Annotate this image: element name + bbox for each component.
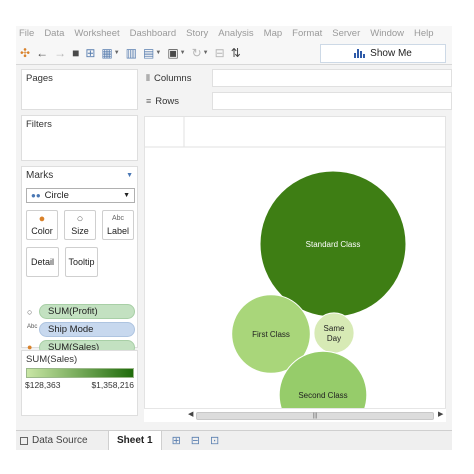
chevron-down-icon[interactable]: ▼ — [126, 172, 133, 179]
menu-bar: File Data Worksheet Dashboard Story Anal… — [16, 26, 452, 41]
redo-icon[interactable]: → — [54, 44, 66, 62]
field-pill-profit[interactable]: SUM(Profit) — [39, 304, 135, 319]
duplicate-icon[interactable]: ▥ — [126, 44, 137, 62]
bubble-chart: Standard ClassFirst ClassSame DaySecond C… — [145, 117, 445, 420]
mark-type-value: Circle — [44, 190, 69, 201]
columns-icon: ⦀ — [146, 72, 150, 83]
menu-map[interactable]: Map — [264, 28, 282, 39]
bubble-label-standard-class: Standard Class — [306, 240, 361, 249]
new-worksheet-icon[interactable]: ▦ ▼ — [101, 44, 119, 62]
legend-max-label: $1,358,216 — [91, 380, 134, 390]
tab-sheet1-label: Sheet 1 — [117, 435, 153, 446]
color-palette-icon: ● — [38, 213, 46, 225]
menu-server[interactable]: Server — [332, 28, 360, 39]
rows-icon: ≡ — [146, 96, 152, 106]
menu-worksheet[interactable]: Worksheet — [74, 28, 119, 39]
menu-analysis[interactable]: Analysis — [218, 28, 253, 39]
legend-gradient — [26, 368, 134, 378]
new-story-tab-icon[interactable]: ⊡ — [210, 434, 219, 447]
detail-button[interactable]: Detail — [26, 247, 59, 277]
label-text-icon: Abc — [111, 215, 125, 222]
bubble-label-second-class: Second Class — [298, 391, 347, 400]
columns-label-text: Columns — [153, 72, 192, 84]
bubble-label-first-class: First Class — [252, 330, 290, 339]
pages-title: Pages — [26, 73, 53, 84]
data-source-icon — [20, 436, 28, 445]
label-button-label: Label — [106, 226, 130, 236]
menu-data[interactable]: Data — [44, 28, 64, 39]
filters-shelf[interactable]: Filters — [21, 115, 138, 161]
size-button[interactable]: ○ Size — [64, 210, 96, 240]
undo-icon[interactable]: ← — [36, 44, 48, 62]
new-data-source-icon[interactable]: ⊞ — [85, 44, 95, 62]
horizontal-scrollbar[interactable]: ◀ ||| ▶ — [144, 408, 446, 422]
bar-chart-icon — [354, 49, 366, 58]
field-pill-label: SUM(Profit) — [48, 306, 98, 317]
sort-icon[interactable]: ▣ ▼ — [167, 44, 185, 62]
detail-button-label: Detail — [30, 257, 54, 267]
save-icon[interactable]: ■ — [72, 44, 79, 62]
rows-drop-zone[interactable] — [212, 92, 452, 110]
rows-shelf: ≡ Rows — [142, 92, 452, 110]
filters-title: Filters — [26, 119, 52, 130]
size-icon: ○ — [76, 213, 84, 225]
menu-file[interactable]: File — [19, 28, 34, 39]
dropdown-arrow-icon: ▼ — [123, 192, 130, 199]
viz-area: Standard Class First Class Same Day Second C… — [144, 116, 446, 421]
tab-sheet1[interactable]: Sheet 1 — [108, 430, 162, 450]
scroll-left-icon[interactable]: ◀ — [188, 410, 193, 418]
tab-data-source-label: Data Source — [32, 435, 88, 446]
scrollbar-thumb[interactable]: ||| — [196, 412, 434, 420]
tableau-window: File Data Worksheet Dashboard Story Anal… — [16, 26, 452, 450]
new-worksheet-tab-icon[interactable]: ⊞ — [172, 434, 181, 447]
menu-story[interactable]: Story — [186, 28, 208, 39]
color-legend[interactable]: SUM(Sales) $128,363 $1,358,216 — [21, 350, 138, 416]
columns-shelf-label: ⦀ Columns — [142, 69, 212, 87]
menu-dashboard[interactable]: Dashboard — [130, 28, 176, 39]
tab-data-source[interactable]: Data Source — [16, 431, 108, 451]
rows-label-text: Rows — [155, 95, 180, 107]
size-encoding-icon: ○ — [27, 307, 33, 317]
show-me-label: Show Me — [370, 48, 412, 59]
color-button[interactable]: ● Color — [26, 210, 58, 240]
tooltip-button[interactable]: Tooltip — [65, 247, 98, 277]
rows-shelf-label: ≡ Rows — [142, 92, 212, 110]
tooltip-button-label: Tooltip — [68, 257, 95, 267]
sheet-tabs: Data Source Sheet 1 ⊞ ⊟ ⊡ — [16, 430, 452, 450]
tableau-logo-icon[interactable]: ✣ — [20, 44, 30, 62]
field-pill-label: Ship Mode — [48, 324, 94, 335]
marks-card: Marks ▼ ●● Circle ▼ ● Color ○ Size Abc L… — [21, 166, 138, 355]
columns-shelf: ⦀ Columns — [142, 69, 452, 87]
menu-format[interactable]: Format — [292, 28, 322, 39]
new-dashboard-tab-icon[interactable]: ⊟ — [191, 434, 200, 447]
label-button[interactable]: Abc Label — [102, 210, 134, 240]
color-button-label: Color — [31, 226, 53, 236]
show-me-button[interactable]: Show Me — [320, 44, 446, 63]
legend-title: SUM(Sales) — [26, 354, 78, 365]
circle-mark-icon: ●● — [31, 191, 41, 200]
label-encoding-icon: Abc — [27, 324, 38, 330]
size-button-label: Size — [71, 226, 89, 236]
group-icon[interactable]: ⊟ — [215, 44, 225, 62]
field-pill-ship-mode[interactable]: Ship Mode — [39, 322, 135, 337]
columns-drop-zone[interactable] — [212, 69, 452, 87]
clear-icon[interactable]: ▤ ▼ — [143, 44, 161, 62]
pages-shelf[interactable]: Pages — [21, 69, 138, 110]
marks-title: Marks — [26, 170, 54, 181]
bubble-same-day[interactable] — [313, 312, 355, 354]
menu-help[interactable]: Help — [414, 28, 434, 39]
toolbar: ✣ ← → ■ ⊞ ▦ ▼ ▥ ▤ ▼ ▣ ▼ ↻ ▼ ⊟ ⇅ Show Me — [16, 41, 452, 65]
refresh-icon[interactable]: ↻ ▼ — [192, 44, 209, 62]
swap-icon[interactable]: ⇅ — [231, 44, 241, 62]
scroll-right-icon[interactable]: ▶ — [438, 410, 443, 418]
legend-min-label: $128,363 — [25, 380, 61, 390]
mark-type-dropdown[interactable]: ●● Circle ▼ — [26, 188, 135, 203]
menu-window[interactable]: Window — [370, 28, 404, 39]
